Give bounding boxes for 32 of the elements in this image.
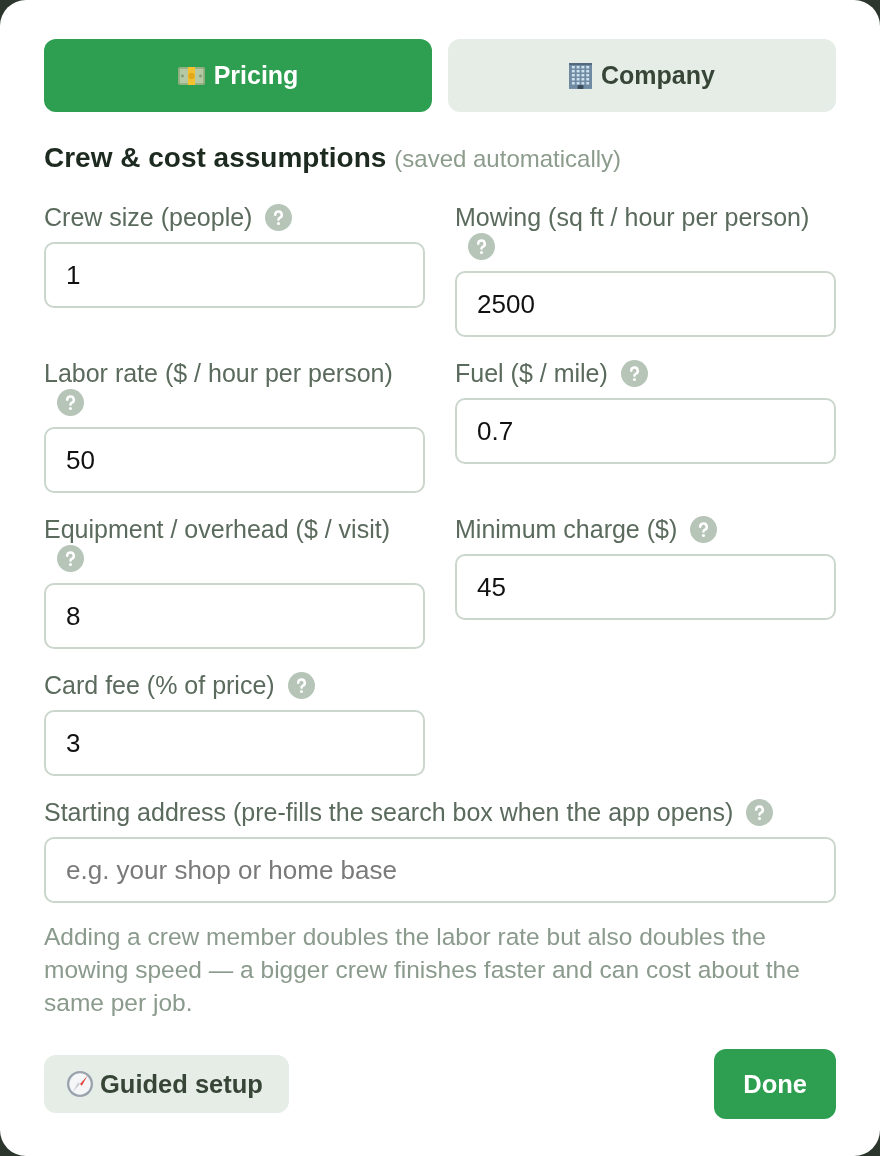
help-icon[interactable] [287,672,315,699]
help-icon[interactable] [620,360,648,387]
help-icon[interactable] [690,516,718,543]
compass-icon [67,1071,93,1097]
help-icon[interactable] [746,799,774,826]
field-label: Fuel ($ / mile) [455,359,836,388]
field-label: Card fee (% of price) [44,671,425,700]
number-input[interactable]: 1 [44,242,425,308]
section-title: Crew & cost assumptions [44,141,387,175]
field-label: Mowing (sq ft / hour per person) [455,203,836,261]
building-icon [569,62,593,89]
number-input[interactable]: 8 [44,583,425,649]
tab[interactable]: Company [448,39,836,112]
help-icon[interactable] [57,545,84,572]
number-input[interactable]: 45 [455,554,836,620]
number-input[interactable]: 0.7 [455,398,836,464]
help-icon[interactable] [265,204,293,231]
guided-setup-button[interactable]: Guided setup [44,1055,289,1113]
field-label: Equipment / overhead ($ / visit) [44,515,425,573]
number-input[interactable]: 50 [44,427,425,493]
field-label: Minimum charge ($) [455,515,836,544]
number-input[interactable]: 3 [44,710,425,776]
number-input[interactable]: 2500 [455,271,836,337]
field-label: Labor rate ($ / hour per person) [44,359,425,417]
address-input[interactable]: e.g. your shop or home base [44,837,836,903]
help-icon[interactable] [468,233,495,260]
field-label: Starting address (pre-fills the search box when the app opens) [44,798,836,827]
banknote-icon [177,66,205,85]
help-text: Adding a crew member doubles the labor rate but also doubles the mowing speed — a bigger crew finishes faster and can cost about the same per job. [44,922,801,1018]
field-label: Crew size (people) [44,203,425,232]
section-note: (saved automatically) [394,144,622,174]
help-icon[interactable] [57,389,84,416]
